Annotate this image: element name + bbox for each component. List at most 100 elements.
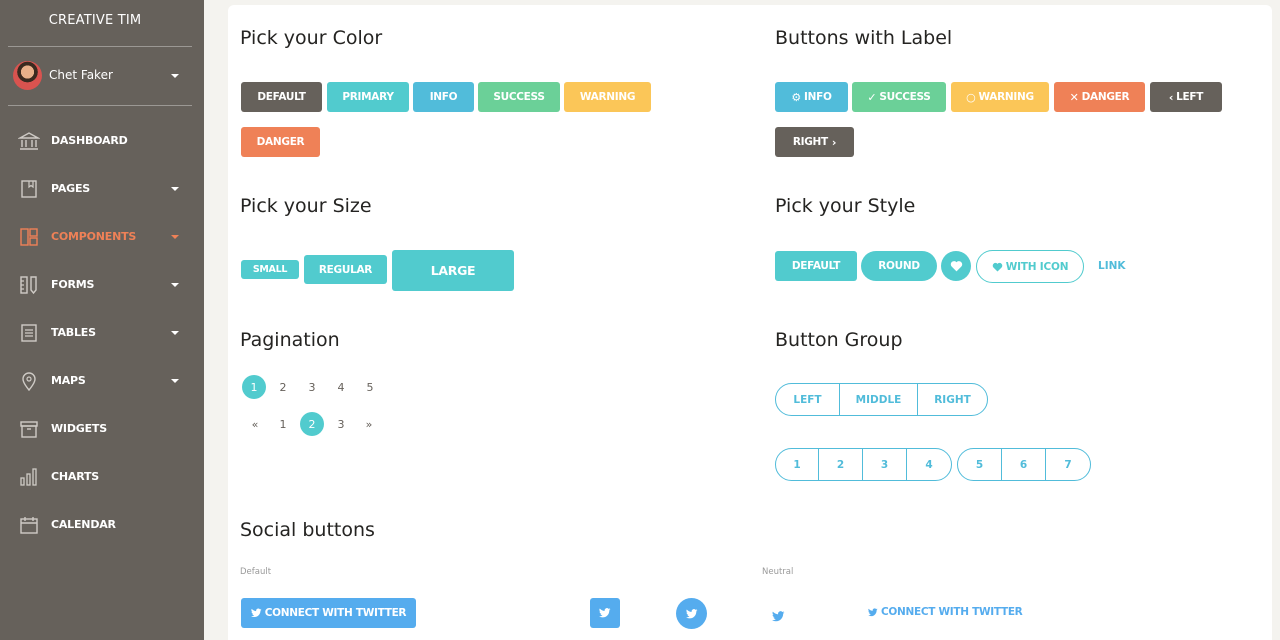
small-button[interactable]: SMALL xyxy=(241,260,299,279)
primary-button[interactable]: PRIMARY xyxy=(327,82,409,112)
sidebar-item-charts[interactable]: CHARTS xyxy=(0,453,204,501)
chevron-down-icon xyxy=(171,187,179,191)
success-button[interactable]: SUCCESS xyxy=(478,82,560,112)
round-button[interactable]: ROUND xyxy=(861,251,937,281)
page-2[interactable]: 2 xyxy=(271,375,295,399)
twitter-icon xyxy=(250,608,262,618)
chevron-left-icon: ‹ xyxy=(1168,90,1174,104)
page-prev[interactable]: « xyxy=(243,412,267,436)
text-button-group: LEFT MIDDLE RIGHT xyxy=(775,383,988,416)
number-button-group-a: 1 2 3 4 xyxy=(775,448,952,481)
sidebar-item-label: COMPONENTS xyxy=(51,230,137,243)
info-label-button[interactable]: ⚙ INFO xyxy=(775,82,848,112)
chevron-down-icon xyxy=(171,379,179,383)
page-1[interactable]: 1 xyxy=(242,375,266,399)
button-label: WARNING xyxy=(978,91,1034,103)
close-icon: ✕ xyxy=(1069,90,1079,104)
success-label-button[interactable]: ✓ SUCCESS xyxy=(852,82,946,112)
chart-bars-icon xyxy=(20,468,37,486)
sidebar-item-label: CHARTS xyxy=(51,470,99,483)
page-1[interactable]: 1 xyxy=(271,412,295,436)
group-number-button[interactable]: 3 xyxy=(863,449,907,480)
page-3[interactable]: 3 xyxy=(300,375,324,399)
sidebar-item-maps[interactable]: MAPS xyxy=(0,357,204,405)
warning-label-button[interactable]: ○ WARNING xyxy=(951,82,1049,112)
twitter-icon xyxy=(685,608,697,618)
large-button[interactable]: LARGE xyxy=(392,250,514,291)
section-title-size: Pick your Size xyxy=(240,195,372,217)
sidebar-item-label: PAGES xyxy=(51,182,91,195)
sidebar-item-widgets[interactable]: WIDGETS xyxy=(0,405,204,453)
chevron-down-icon xyxy=(171,74,179,78)
button-label: SUCCESS xyxy=(879,91,931,103)
zoom-icon: ○ xyxy=(966,90,976,104)
section-title-button-group: Button Group xyxy=(775,329,903,351)
info-button[interactable]: INFO xyxy=(413,82,474,112)
sidebar-item-dashboard[interactable]: DASHBOARD xyxy=(0,117,204,165)
avatar xyxy=(13,61,42,90)
section-title-labels: Buttons with Label xyxy=(775,27,953,49)
group-number-button[interactable]: 4 xyxy=(907,449,951,480)
number-button-group-b: 5 6 7 xyxy=(957,448,1091,481)
section-title-pagination: Pagination xyxy=(240,329,340,351)
group-number-button[interactable]: 7 xyxy=(1046,449,1090,480)
chevron-down-icon xyxy=(171,331,179,335)
group-number-button[interactable]: 5 xyxy=(958,449,1002,480)
right-label-button[interactable]: RIGHT › xyxy=(775,127,854,157)
page-4[interactable]: 4 xyxy=(329,375,353,399)
button-label: WITH ICON xyxy=(1005,260,1069,273)
default-button[interactable]: DEFAULT xyxy=(241,82,322,112)
connect-twitter-neutral-button[interactable]: CONNECT WITH TWITTER xyxy=(868,605,1023,619)
group-left-button[interactable]: LEFT xyxy=(776,384,840,415)
heart-icon xyxy=(950,261,962,272)
group-middle-button[interactable]: MIDDLE xyxy=(840,384,918,415)
style-default-button[interactable]: DEFAULT xyxy=(775,251,857,281)
divider xyxy=(8,46,192,47)
divider xyxy=(8,105,192,106)
heart-icon-button[interactable] xyxy=(941,251,971,281)
page-3[interactable]: 3 xyxy=(329,412,353,436)
danger-label-button[interactable]: ✕ DANGER xyxy=(1054,82,1145,112)
sidebar-item-label: CALENDAR xyxy=(51,518,116,531)
page-5[interactable]: 5 xyxy=(358,375,382,399)
user-menu[interactable]: Chet Faker xyxy=(13,61,193,91)
sidebar-item-components[interactable]: COMPONENTS xyxy=(0,213,204,261)
group-number-button[interactable]: 1 xyxy=(776,449,819,480)
user-name: Chet Faker xyxy=(49,68,113,82)
box-icon xyxy=(20,421,38,438)
sidebar-item-pages[interactable]: PAGES xyxy=(0,165,204,213)
with-icon-button[interactable]: WITH ICON xyxy=(976,250,1084,283)
danger-button[interactable]: DANGER xyxy=(241,127,320,157)
chevron-down-icon xyxy=(171,235,179,239)
regular-button[interactable]: REGULAR xyxy=(304,255,387,284)
button-label: CONNECT WITH TWITTER xyxy=(881,606,1023,618)
twitter-round-button[interactable] xyxy=(676,598,707,629)
sidebar-item-forms[interactable]: FORMS xyxy=(0,261,204,309)
twitter-neutral-icon-button[interactable] xyxy=(772,607,786,622)
twitter-icon xyxy=(772,611,785,622)
calendar-icon xyxy=(20,517,38,534)
group-number-button[interactable]: 6 xyxy=(1002,449,1046,480)
twitter-icon xyxy=(599,608,611,618)
chevron-down-icon xyxy=(171,283,179,287)
brand-logo-text[interactable]: CREATIVE TIM xyxy=(0,0,190,42)
check-icon: ✓ xyxy=(867,90,877,104)
connect-twitter-button[interactable]: CONNECT WITH TWITTER xyxy=(241,598,416,628)
group-right-button[interactable]: RIGHT xyxy=(918,384,987,415)
bank-icon xyxy=(18,132,40,150)
link-button[interactable]: LINK xyxy=(1098,260,1126,272)
gear-icon: ⚙ xyxy=(791,90,801,104)
button-label: INFO xyxy=(803,91,832,103)
book-icon xyxy=(21,180,37,198)
sidebar-item-label: WIDGETS xyxy=(51,422,107,435)
page-2[interactable]: 2 xyxy=(300,412,324,436)
sidebar-item-label: DASHBOARD xyxy=(51,134,128,147)
page-next[interactable]: » xyxy=(357,412,381,436)
group-number-button[interactable]: 2 xyxy=(819,449,863,480)
warning-button[interactable]: WARNING xyxy=(564,82,651,112)
twitter-square-button[interactable] xyxy=(590,598,620,628)
left-label-button[interactable]: ‹ LEFT xyxy=(1150,82,1222,112)
sidebar-item-calendar[interactable]: CALENDAR xyxy=(0,501,204,549)
sidebar-item-tables[interactable]: TABLES xyxy=(0,309,204,357)
button-label: LEFT xyxy=(1176,91,1204,103)
